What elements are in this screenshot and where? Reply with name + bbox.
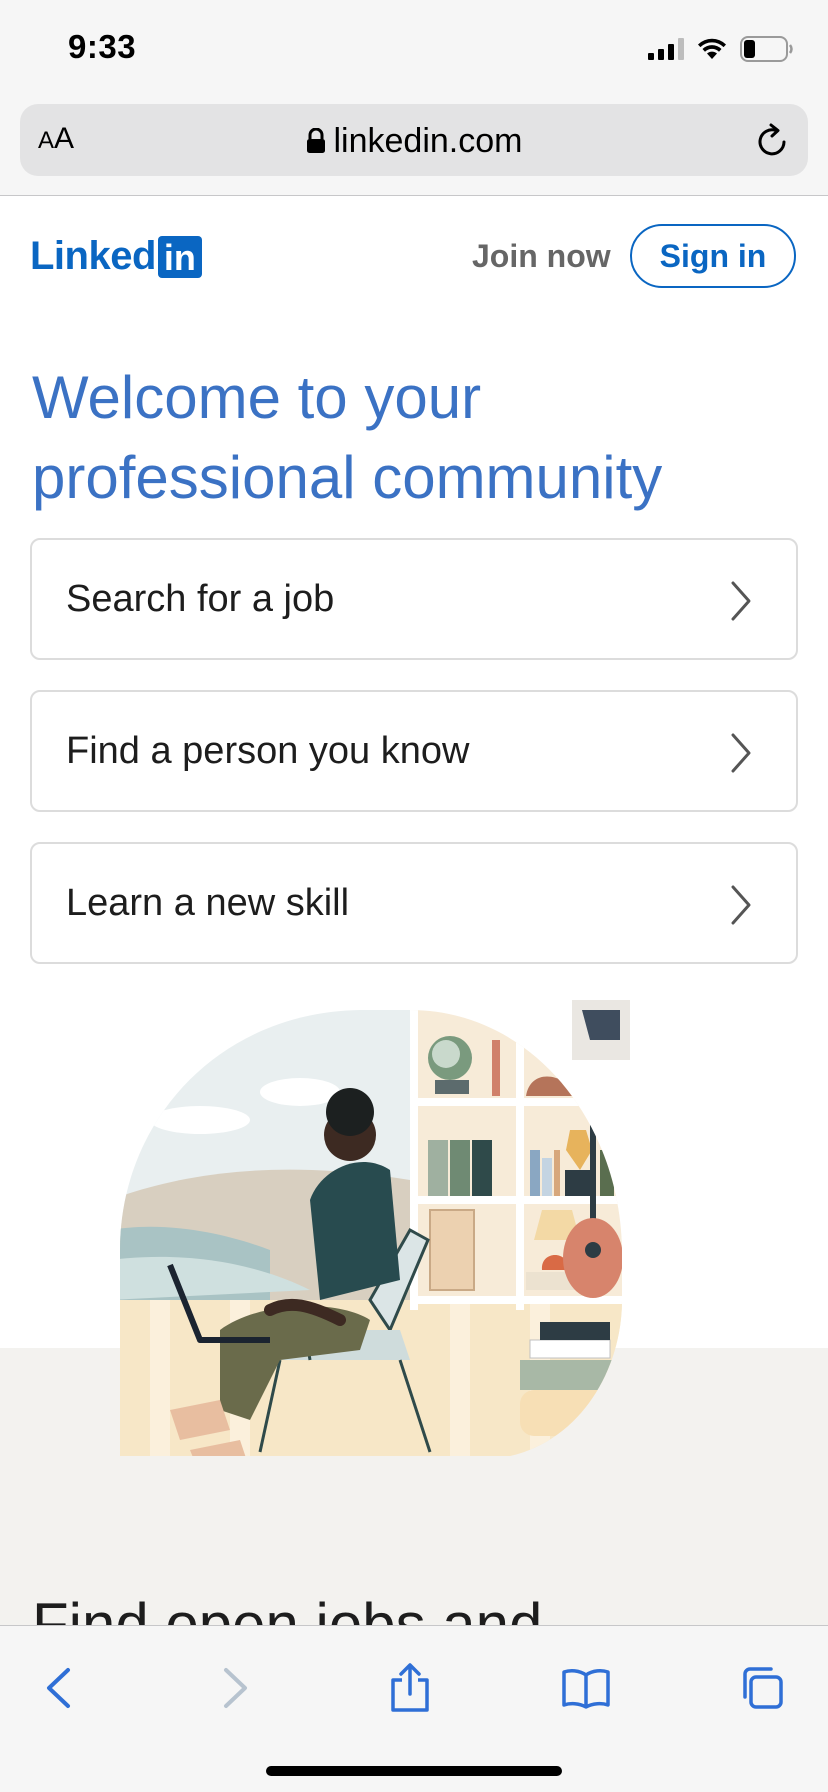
browser-toolbar (0, 1625, 828, 1792)
share-button[interactable] (380, 1658, 440, 1718)
battery-icon (740, 36, 793, 62)
learn-skill-card[interactable]: Learn a new skill (30, 842, 798, 964)
share-icon (391, 1663, 429, 1712)
tabs-button[interactable] (732, 1658, 792, 1718)
option-label: Find a person you know (66, 730, 470, 772)
linkedin-logo[interactable]: Linked in (30, 234, 202, 279)
browser-top-bar: AA linkedin.com (0, 100, 828, 196)
reload-icon[interactable] (754, 120, 792, 160)
option-label: Search for a job (66, 578, 335, 620)
chevron-right-icon (731, 885, 751, 925)
cellular-signal-icon (648, 38, 684, 60)
tabs-icon (743, 1667, 783, 1709)
url-text: linkedin.com (333, 122, 523, 160)
join-now-link[interactable]: Join now (472, 238, 611, 275)
forward-button[interactable] (206, 1658, 266, 1718)
chevron-right-icon (731, 581, 751, 621)
status-time: 9:33 (68, 28, 137, 65)
bookmarks-icon (562, 1669, 610, 1709)
url-display[interactable]: linkedin.com (20, 122, 808, 161)
forward-icon (224, 1668, 247, 1708)
home-indicator[interactable] (266, 1766, 562, 1776)
site-header: Linked in Join now Sign in (0, 196, 828, 316)
status-bar: 9:33 (0, 0, 828, 100)
lock-icon (306, 128, 325, 153)
bookmarks-button[interactable] (556, 1658, 616, 1718)
hero-illustration (120, 1000, 630, 1456)
search-job-card[interactable]: Search for a job (30, 538, 798, 660)
wifi-icon (698, 38, 726, 59)
status-icons (648, 36, 794, 62)
sign-in-button[interactable]: Sign in (630, 224, 796, 288)
address-bar[interactable]: AA linkedin.com (20, 104, 808, 176)
back-icon (47, 1668, 70, 1708)
back-button[interactable] (28, 1658, 88, 1718)
chevron-right-icon (731, 733, 751, 773)
find-person-card[interactable]: Find a person you know (30, 690, 798, 812)
page-headline: Welcome to your professional community (32, 364, 663, 511)
option-label: Learn a new skill (66, 882, 350, 924)
